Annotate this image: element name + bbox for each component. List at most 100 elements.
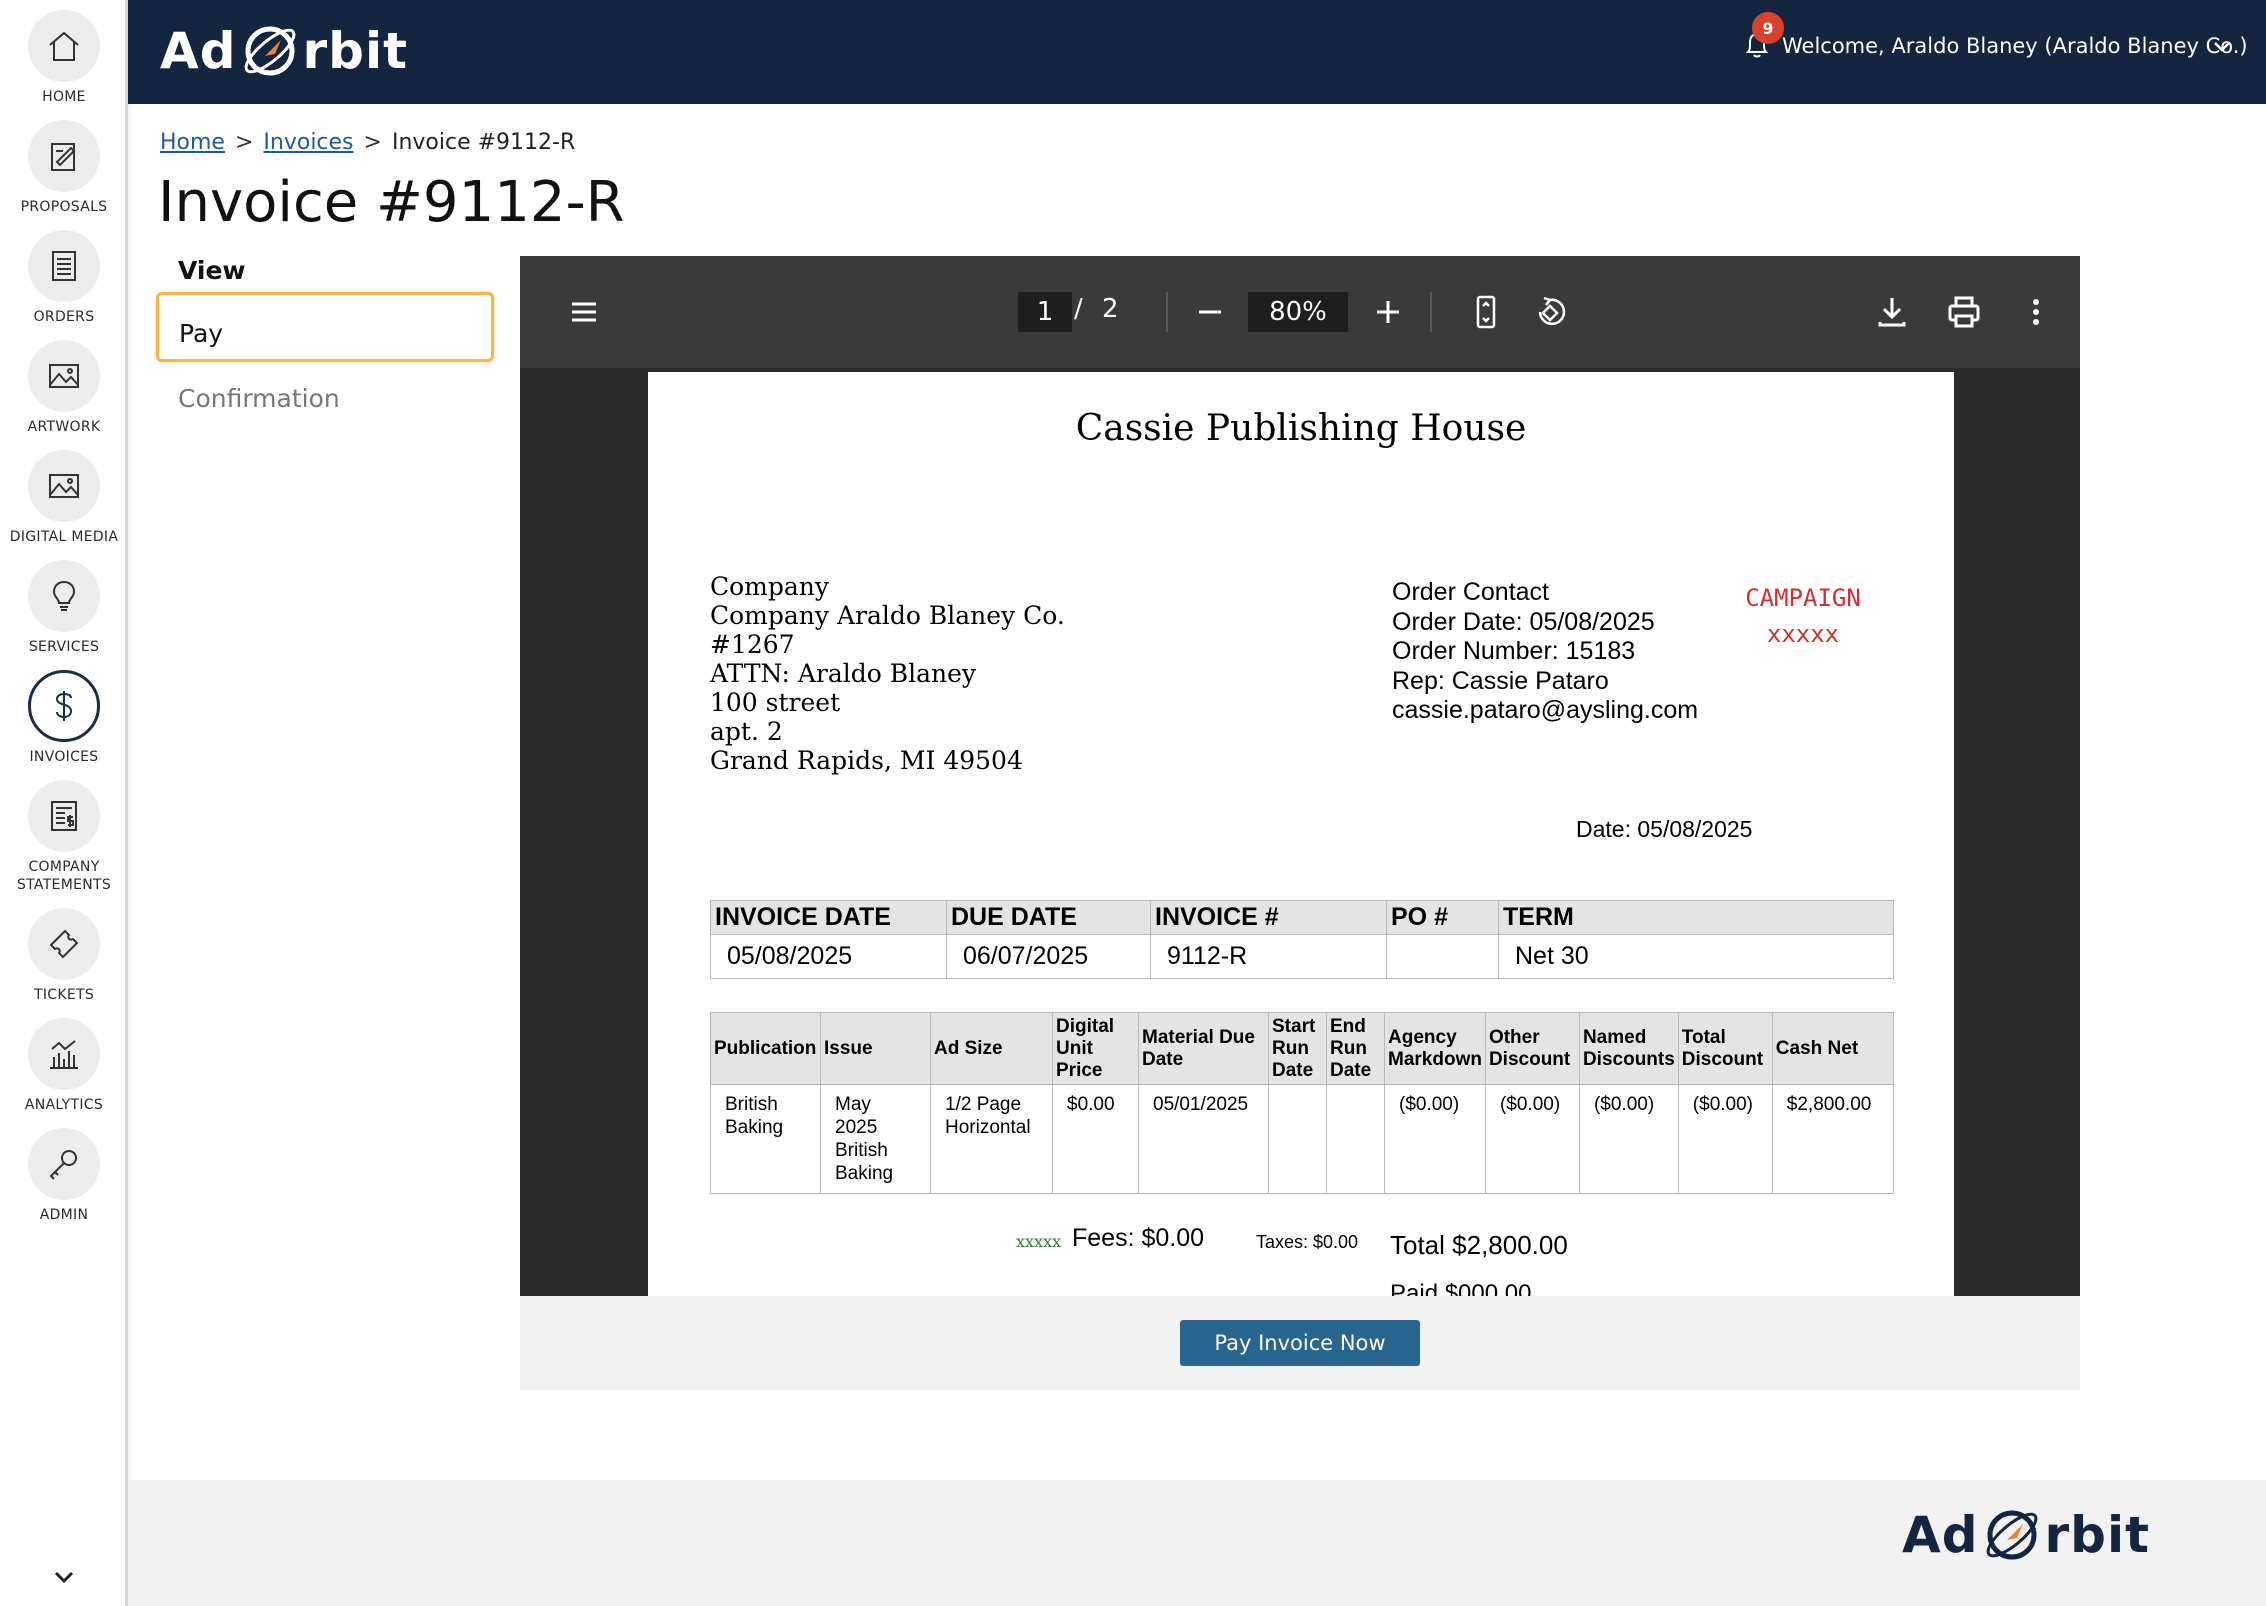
table-cell: 05/08/2025 [710, 934, 947, 979]
sidebar-item-label: DIGITAL MEDIA [9, 529, 119, 545]
logo-text-right: rbit [2044, 1506, 2150, 1564]
sidebar: HOME PROPOSALS ORDERS ARTWORK DIGITAL ME… [0, 0, 128, 1606]
footer: Ad rbit [128, 1480, 2266, 1606]
pay-bar: Pay Invoice Now [520, 1296, 2080, 1390]
page-separator: / [1074, 294, 1083, 324]
breadcrumb-current: Invoice #9112-R [391, 130, 576, 155]
statement-icon [28, 780, 100, 852]
logo-text-left: Ad [160, 22, 237, 80]
table-row: 05/08/2025 06/07/2025 9112-R Net 30 [710, 934, 1894, 979]
campaign-value: xxxxx [1766, 620, 1840, 648]
contact-line: Order Contact [1392, 578, 1550, 606]
sidebar-item-invoices[interactable]: INVOICES [0, 670, 128, 766]
table-cell: 06/07/2025 [946, 934, 1151, 979]
table-header-row: Publication Issue Ad Size Digital Unit P… [710, 1012, 1895, 1085]
pay-invoice-button[interactable]: Pay Invoice Now [1180, 1320, 1420, 1366]
user-menu[interactable]: Welcome, Araldo Blaney (Araldo Blaney Co… [1782, 34, 2248, 58]
orbit-logo-icon [244, 26, 295, 76]
analytics-icon [28, 1018, 100, 1090]
sidebar-item-label: SERVICES [28, 639, 100, 655]
sidebar-item-label: TICKETS [33, 987, 95, 1003]
logo-text-left: Ad [1902, 1506, 1979, 1564]
logo-text-right: rbit [302, 22, 408, 80]
breadcrumb-separator: > [363, 130, 382, 155]
table-cell: 1/2 Page Horizontal [930, 1084, 1053, 1194]
fit-page-icon[interactable] [1466, 292, 1506, 332]
chevron-down-icon[interactable] [48, 1565, 80, 1589]
column-header: End Run Date [1326, 1012, 1385, 1085]
print-icon[interactable] [1944, 292, 1984, 332]
step-confirmation[interactable]: Confirmation [178, 384, 516, 413]
table-cell: ($0.00) [1677, 1084, 1773, 1194]
zoom-level[interactable]: 80% [1248, 292, 1348, 332]
fees-total: Fees: $0.00 [1072, 1224, 1205, 1252]
campaign-stamp: CAMPAIGN xxxxx [1728, 580, 1878, 652]
billing-address: Company Company Araldo Blaney Co. #1267 … [710, 572, 1065, 775]
column-header: Agency Markdown [1384, 1012, 1486, 1085]
key-icon [28, 1128, 100, 1200]
home-icon [28, 10, 100, 82]
table-cell: $2,800.00 [1771, 1084, 1895, 1194]
sidebar-item-label-line2: STATEMENTS [16, 877, 112, 893]
column-header: Ad Size [930, 1012, 1053, 1085]
sidebar-item-label: COMPANY [28, 859, 100, 875]
image-icon [28, 340, 100, 412]
page-title: Invoice #9112-R [158, 170, 625, 235]
sidebar-item-digital-media[interactable]: DIGITAL MEDIA [0, 450, 128, 546]
campaign-label: CAMPAIGN [1745, 584, 1861, 612]
order-contact: Order Contact Order Date: 05/08/2025 Ord… [1392, 578, 1698, 726]
column-header: Digital Unit Price [1052, 1012, 1139, 1085]
table-cell: 05/01/2025 [1138, 1084, 1269, 1194]
table-row: British Baking May 2025 British Baking 1… [710, 1084, 1895, 1194]
table-cell: Net 30 [1498, 934, 1894, 979]
rotate-icon[interactable] [1530, 292, 1570, 332]
pdf-page: Cassie Publishing House Company Company … [648, 372, 1954, 1296]
sidebar-item-label: ADMIN [39, 1207, 89, 1223]
chevron-down-icon[interactable] [2212, 40, 2232, 54]
zoom-out-icon[interactable] [1190, 292, 1230, 332]
sidebar-item-label: INVOICES [29, 749, 99, 765]
column-header: Publication [710, 1012, 821, 1085]
pdf-toolbar: 1 / 2 80% [520, 256, 2080, 368]
table-cell: ($0.00) [1384, 1084, 1486, 1194]
sidebar-item-artwork[interactable]: ARTWORK [0, 340, 128, 436]
sidebar-item-analytics[interactable]: ANALYTICS [0, 1018, 128, 1114]
footer-logo: Ad rbit [1902, 1504, 2150, 1566]
address-line: #1267 [710, 630, 795, 659]
page-total: 2 [1102, 294, 1119, 324]
sidebar-item-proposals[interactable]: PROPOSALS [0, 120, 128, 216]
zoom-in-icon[interactable] [1368, 292, 1408, 332]
menu-icon[interactable] [564, 292, 604, 332]
page-number-input[interactable]: 1 [1018, 292, 1072, 332]
app-root: HOME PROPOSALS ORDERS ARTWORK DIGITAL ME… [0, 0, 2266, 1606]
sidebar-item-tickets[interactable]: TICKETS [0, 908, 128, 1004]
image-icon [28, 450, 100, 522]
column-header: Issue [820, 1012, 931, 1085]
toolbar-divider [1166, 292, 1168, 332]
sidebar-item-services[interactable]: SERVICES [0, 560, 128, 656]
app-logo[interactable]: Ad rbit [160, 16, 408, 86]
sidebar-item-orders[interactable]: ORDERS [0, 230, 128, 326]
sidebar-item-home[interactable]: HOME [0, 10, 128, 106]
fees-placeholder: xxxxx [1016, 1232, 1062, 1251]
breadcrumb-invoices-link[interactable]: Invoices [263, 130, 353, 155]
sidebar-item-company-statements[interactable]: COMPANY STATEMENTS [0, 780, 128, 894]
table-cell [1268, 1084, 1327, 1194]
pdf-viewer: 1 / 2 80% Cassie Publishing House Compan… [520, 256, 2080, 1296]
download-icon[interactable] [1872, 292, 1912, 332]
sidebar-item-admin[interactable]: ADMIN [0, 1128, 128, 1224]
top-bar: Ad rbit 9 Welcome, Araldo Blaney (Araldo… [128, 0, 2266, 104]
notification-badge[interactable]: 9 [1752, 12, 1784, 44]
sidebar-item-label: ARTWORK [27, 419, 101, 435]
more-options-icon[interactable] [2016, 292, 2056, 332]
sidebar-item-label: ANALYTICS [24, 1097, 104, 1113]
step-pay[interactable]: Pay [156, 292, 494, 362]
column-header: DUE DATE [946, 900, 1151, 935]
step-view[interactable]: View [178, 256, 516, 285]
line-items-table: Publication Issue Ad Size Digital Unit P… [710, 1012, 1895, 1194]
table-header-row: INVOICE DATE DUE DATE INVOICE # PO # TER… [710, 900, 1894, 935]
paid-amount: Paid $000.00 [1390, 1280, 1532, 1296]
contact-line: cassie.pataro@aysling.com [1392, 696, 1699, 724]
toolbar-divider [1430, 292, 1432, 332]
breadcrumb-home-link[interactable]: Home [160, 130, 225, 155]
